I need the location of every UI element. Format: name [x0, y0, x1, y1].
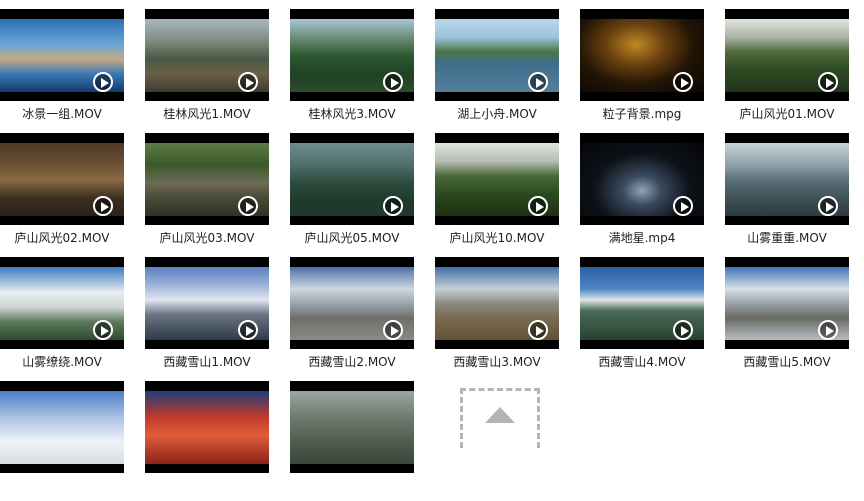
upload-placeholder[interactable] [460, 388, 540, 448]
video-filename[interactable]: 桂林风光3.MOV [282, 105, 422, 122]
play-icon[interactable] [383, 72, 403, 92]
video-item[interactable]: 庐山风光10.MOV [435, 133, 559, 253]
video-thumbnail[interactable] [725, 257, 849, 349]
video-item[interactable]: 庐山风光02.MOV [0, 133, 124, 253]
video-thumbnail[interactable] [145, 133, 269, 225]
video-filename[interactable]: 冰景一组.MOV [0, 105, 132, 122]
video-thumbnail[interactable] [580, 9, 704, 101]
video-filename[interactable]: 西藏雪山2.MOV [282, 353, 422, 370]
video-thumbnail[interactable] [435, 9, 559, 101]
video-filename[interactable]: 满地星.mp4 [572, 229, 712, 246]
video-thumbnail[interactable] [0, 133, 124, 225]
video-filename[interactable]: 庐山风光03.MOV [137, 229, 277, 246]
play-icon[interactable] [818, 196, 838, 216]
video-item[interactable] [0, 381, 124, 501]
video-thumbnail[interactable] [145, 381, 269, 473]
play-icon[interactable] [528, 320, 548, 340]
video-thumbnail[interactable] [0, 9, 124, 101]
video-item[interactable]: 满地星.mp4 [580, 133, 704, 253]
video-filename[interactable]: 庐山风光10.MOV [427, 229, 567, 246]
video-thumbnail[interactable] [145, 257, 269, 349]
video-thumbnail[interactable] [145, 9, 269, 101]
video-item[interactable]: 庐山风光03.MOV [145, 133, 269, 253]
video-filename[interactable]: 西藏雪山3.MOV [427, 353, 567, 370]
video-thumbnail[interactable] [725, 133, 849, 225]
video-item[interactable]: 庐山风光05.MOV [290, 133, 414, 253]
video-item[interactable]: 桂林风光3.MOV [290, 9, 414, 129]
video-filename[interactable]: 西藏雪山1.MOV [137, 353, 277, 370]
video-item[interactable]: 山雾缭绕.MOV [0, 257, 124, 377]
video-filename[interactable]: 山雾重重.MOV [717, 229, 857, 246]
video-thumbnail[interactable] [290, 381, 414, 473]
video-thumbnail[interactable] [0, 381, 124, 473]
video-thumbnail[interactable] [580, 133, 704, 225]
play-icon[interactable] [383, 196, 403, 216]
play-icon[interactable] [528, 196, 548, 216]
play-icon[interactable] [93, 320, 113, 340]
play-icon[interactable] [238, 72, 258, 92]
video-item[interactable]: 西藏雪山5.MOV [725, 257, 849, 377]
video-filename[interactable]: 西藏雪山4.MOV [572, 353, 712, 370]
video-item[interactable]: 湖上小舟.MOV [435, 9, 559, 129]
play-icon[interactable] [673, 320, 693, 340]
play-icon[interactable] [818, 320, 838, 340]
upload-arrow-icon [485, 407, 515, 423]
video-thumbnail[interactable] [290, 133, 414, 225]
video-filename[interactable]: 山雾缭绕.MOV [0, 353, 132, 370]
play-icon[interactable] [238, 320, 258, 340]
video-filename[interactable]: 粒子背景.mpg [572, 105, 712, 122]
video-item[interactable]: 粒子背景.mpg [580, 9, 704, 129]
video-item[interactable]: 庐山风光01.MOV [725, 9, 849, 129]
play-icon[interactable] [93, 72, 113, 92]
video-filename[interactable]: 庐山风光01.MOV [717, 105, 857, 122]
video-thumbnail[interactable] [725, 9, 849, 101]
play-icon[interactable] [673, 72, 693, 92]
video-filename[interactable]: 庐山风光02.MOV [0, 229, 132, 246]
video-grid: 冰景一组.MOV 桂林风光1.MOV 桂林风光3.MOV 湖上小舟.MOV 粒子… [0, 0, 864, 473]
video-filename[interactable]: 西藏雪山5.MOV [717, 353, 857, 370]
video-thumbnail[interactable] [290, 9, 414, 101]
video-item[interactable]: 桂林风光1.MOV [145, 9, 269, 129]
play-icon[interactable] [818, 72, 838, 92]
video-thumbnail[interactable] [580, 257, 704, 349]
video-thumbnail[interactable] [435, 133, 559, 225]
video-item[interactable]: 西藏雪山4.MOV [580, 257, 704, 377]
video-item[interactable]: 冰景一组.MOV [0, 9, 124, 129]
video-filename[interactable]: 湖上小舟.MOV [427, 105, 567, 122]
video-filename[interactable]: 桂林风光1.MOV [137, 105, 277, 122]
video-thumbnail[interactable] [435, 257, 559, 349]
video-item[interactable]: 西藏雪山1.MOV [145, 257, 269, 377]
video-item[interactable]: 山雾重重.MOV [725, 133, 849, 253]
play-icon[interactable] [528, 72, 548, 92]
video-filename[interactable]: 庐山风光05.MOV [282, 229, 422, 246]
video-thumbnail[interactable] [290, 257, 414, 349]
play-icon[interactable] [673, 196, 693, 216]
video-item[interactable] [290, 381, 414, 501]
video-item[interactable]: 西藏雪山2.MOV [290, 257, 414, 377]
play-icon[interactable] [238, 196, 258, 216]
video-item[interactable]: 西藏雪山3.MOV [435, 257, 559, 377]
video-thumbnail[interactable] [0, 257, 124, 349]
play-icon[interactable] [93, 196, 113, 216]
play-icon[interactable] [383, 320, 403, 340]
video-item[interactable] [145, 381, 269, 501]
